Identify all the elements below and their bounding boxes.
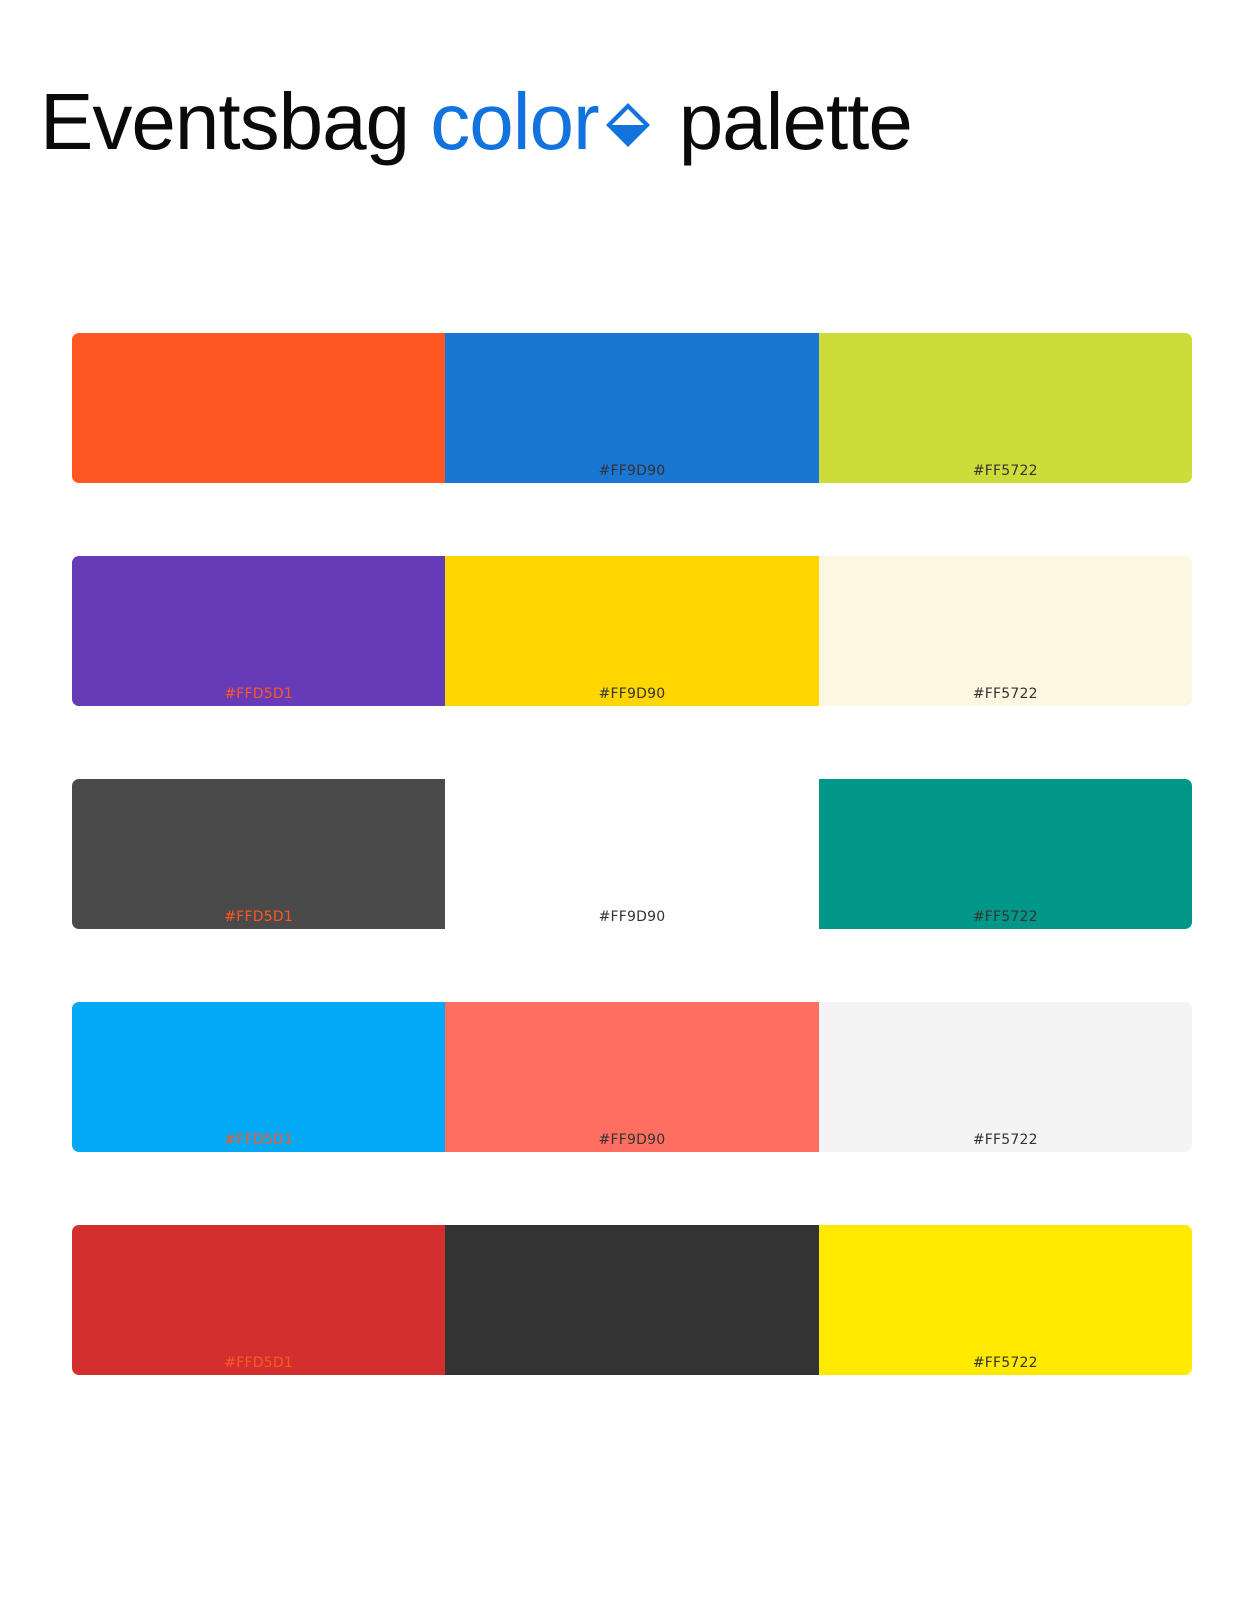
palette-row: #FFD5D1 #FF9D90 #FF5722 — [72, 779, 1192, 929]
color-swatch[interactable]: #FF9D90 — [445, 556, 819, 706]
swatch-hex-label: #FF9D90 — [598, 1132, 666, 1148]
swatch-hex-label: #FF9D90 — [598, 463, 666, 479]
color-swatch[interactable]: #FFD5D1 — [72, 1225, 446, 1375]
color-swatch[interactable] — [445, 1225, 819, 1375]
color-swatch[interactable]: #FF9D90 — [445, 333, 819, 483]
palette-row: #FFD5D1 #FF9D90 #FF5722 — [72, 1002, 1192, 1152]
drop-icon — [603, 100, 653, 150]
color-swatch[interactable] — [72, 333, 446, 483]
swatch-hex-label: #FFD5D1 — [224, 1355, 293, 1371]
swatch-hex-label: #FFD5D1 — [224, 909, 293, 925]
title-word-brand: Eventsbag — [40, 77, 410, 166]
palette-row: #FFD5D1 #FF9D90 #FF5722 — [72, 556, 1192, 706]
page-title: Eventsbag color palette — [40, 74, 913, 170]
color-swatch[interactable]: #FF9D90 — [445, 779, 819, 929]
palette-row: #FF9D90 #FF5722 — [72, 333, 1192, 483]
swatch-hex-label: #FF5722 — [972, 686, 1038, 702]
color-swatch[interactable]: #FF9D90 — [445, 1002, 819, 1152]
swatch-hex-label: #FF5722 — [972, 463, 1038, 479]
swatch-hex-label: #FFD5D1 — [224, 1132, 293, 1148]
color-swatch[interactable]: #FFD5D1 — [72, 779, 446, 929]
palette-row: #FFD5D1 #FF5722 — [72, 1225, 1192, 1375]
color-palette: #FF9D90 #FF5722 #FFD5D1 #FF9D90 #FF5722 #FFD5… — [72, 333, 1192, 1448]
title-word-palette: palette — [678, 77, 913, 166]
color-swatch[interactable]: #FF5722 — [818, 556, 1192, 706]
title-word-color: color — [430, 77, 599, 166]
color-swatch[interactable]: #FF5722 — [818, 1225, 1192, 1375]
swatch-hex-label: #FF5722 — [972, 1355, 1038, 1371]
swatch-hex-label: #FF9D90 — [598, 909, 666, 925]
color-swatch[interactable]: #FF5722 — [818, 779, 1192, 929]
swatch-hex-label: #FF9D90 — [598, 686, 666, 702]
color-swatch[interactable]: #FFD5D1 — [72, 556, 446, 706]
swatch-hex-label: #FF5722 — [972, 1132, 1038, 1148]
color-swatch[interactable]: #FF5722 — [818, 333, 1192, 483]
swatch-hex-label: #FF5722 — [972, 909, 1038, 925]
color-swatch[interactable]: #FFD5D1 — [72, 1002, 446, 1152]
color-swatch[interactable]: #FF5722 — [818, 1002, 1192, 1152]
swatch-hex-label: #FFD5D1 — [224, 686, 293, 702]
